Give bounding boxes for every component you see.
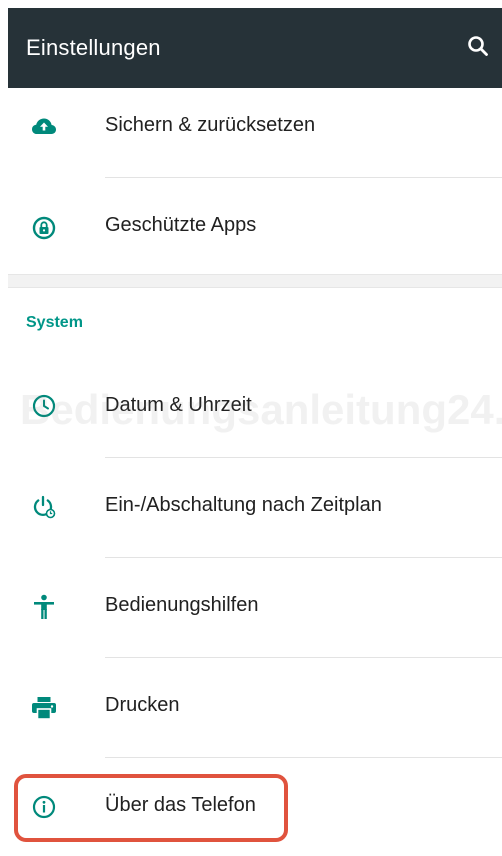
info-icon bbox=[31, 794, 57, 820]
clock-icon bbox=[31, 393, 57, 419]
accessibility-icon bbox=[31, 594, 57, 620]
settings-item-label: Über das Telefon bbox=[105, 794, 256, 816]
app-bar: Einstellungen bbox=[8, 8, 502, 88]
settings-item-about-phone[interactable]: Über das Telefon bbox=[8, 758, 502, 856]
section-separator bbox=[8, 274, 502, 288]
cloud-upload-icon bbox=[31, 113, 57, 139]
settings-item-label: Sichern & zurücksetzen bbox=[105, 114, 316, 136]
settings-item-scheduled-power[interactable]: Ein-/Abschaltung nach Zeitplan bbox=[8, 458, 502, 558]
section-header-system: System bbox=[26, 314, 83, 331]
settings-item-backup-reset[interactable]: Sichern & zurücksetzen bbox=[8, 88, 502, 188]
search-button[interactable] bbox=[464, 34, 492, 62]
settings-item-date-time[interactable]: Datum & Uhrzeit bbox=[8, 358, 502, 458]
settings-item-protected-apps[interactable]: Geschützte Apps bbox=[8, 178, 502, 278]
power-schedule-icon bbox=[31, 494, 57, 520]
settings-item-accessibility[interactable]: Bedienungshilfen bbox=[8, 558, 502, 658]
settings-item-print[interactable]: Drucken bbox=[8, 658, 502, 758]
settings-item-label: Drucken bbox=[105, 694, 180, 716]
settings-item-label: Datum & Uhrzeit bbox=[105, 394, 252, 416]
settings-item-label: Ein-/Abschaltung nach Zeitplan bbox=[105, 494, 382, 516]
page-title: Einstellungen bbox=[26, 35, 161, 60]
settings-item-label: Bedienungshilfen bbox=[105, 594, 259, 616]
settings-item-label: Geschützte Apps bbox=[105, 214, 257, 236]
printer-icon bbox=[31, 695, 57, 721]
search-icon bbox=[467, 35, 489, 62]
lock-icon bbox=[31, 215, 57, 241]
settings-list: Sichern & zurücksetzen Geschützte Apps S… bbox=[8, 88, 502, 856]
settings-screen: Einstellungen Sichern & zurücksetzen Ges… bbox=[0, 0, 502, 856]
